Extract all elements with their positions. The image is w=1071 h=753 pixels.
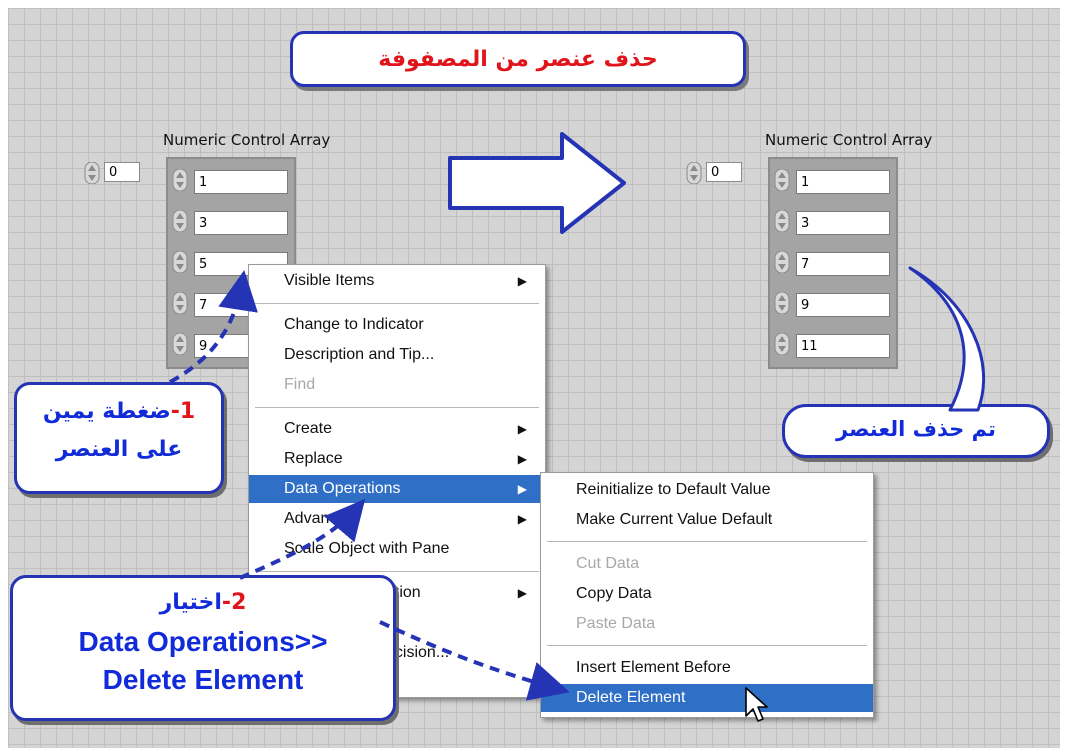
- dashed-arrows: [169, 270, 570, 701]
